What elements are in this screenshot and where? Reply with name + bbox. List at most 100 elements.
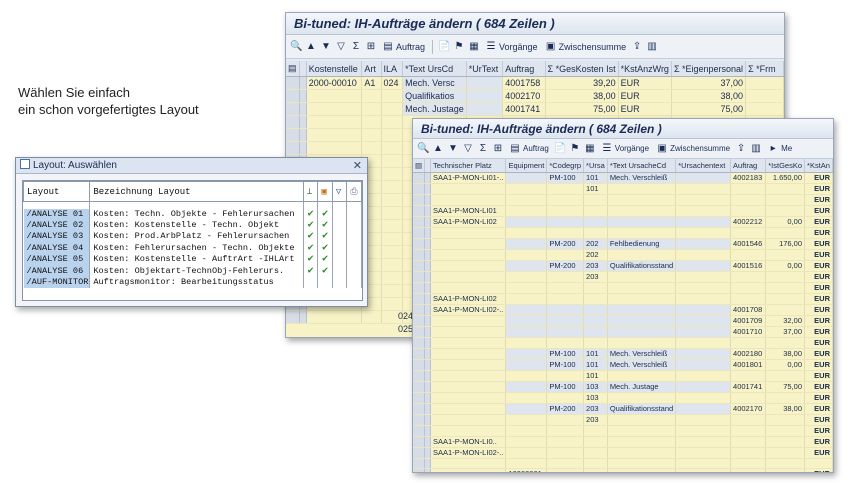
flag-icon[interactable]: ⚑ <box>453 41 465 53</box>
column-header[interactable]: ILA <box>381 61 404 77</box>
table-cell[interactable]: 37,00 <box>671 76 747 90</box>
filter-icon[interactable]: ▽ <box>462 143 474 155</box>
table-cell[interactable]: 202 <box>583 238 608 250</box>
zwischensumme-button[interactable]: ▣ Zwischensumme <box>543 41 629 53</box>
table-cell[interactable] <box>765 468 806 472</box>
subtotal-icon[interactable]: ⊞ <box>365 41 377 53</box>
table-cell[interactable] <box>675 282 732 294</box>
table-cell[interactable]: 1.650,00 <box>765 172 806 184</box>
table-row[interactable]: 10000001 EUR <box>413 468 833 472</box>
table-cell[interactable] <box>306 102 363 116</box>
column-header[interactable]: *KstAnzWrg <box>618 61 672 77</box>
table-cell[interactable] <box>765 205 806 217</box>
table-cell[interactable] <box>675 370 732 382</box>
table-cell[interactable] <box>675 315 732 327</box>
table-cell[interactable]: 4001710 <box>730 326 767 338</box>
table-cell[interactable] <box>765 304 806 316</box>
table-cell[interactable] <box>546 370 585 382</box>
table-cell[interactable] <box>730 337 767 349</box>
table-cell[interactable] <box>546 304 585 316</box>
table-cell[interactable] <box>505 381 548 393</box>
table-cell[interactable]: 38,00 <box>671 89 747 103</box>
row-selector[interactable] <box>413 238 426 250</box>
layout-description[interactable]: Kosten: Kostenstelle - AuftrArt -IHLArt <box>89 254 304 266</box>
layout-code[interactable]: /ANALYSE 02 <box>23 219 91 232</box>
table-row[interactable]: PM-100 101 Mech. Verschleiß 4001801 0,00 EUR <box>413 359 833 371</box>
table-cell[interactable]: PM-100 <box>546 348 585 360</box>
table-cell[interactable] <box>765 436 806 448</box>
table-row[interactable]: EUR <box>413 425 833 437</box>
table-cell[interactable] <box>381 206 404 220</box>
row-selector[interactable] <box>413 447 426 459</box>
table-row[interactable]: PM-200 203 Qualifikationsstand 4001516 0,00 E… <box>413 260 833 272</box>
table-cell[interactable] <box>675 468 732 472</box>
table-cell[interactable] <box>306 141 363 155</box>
table-cell[interactable]: 4001546 <box>730 238 767 250</box>
row-selector[interactable] <box>286 115 300 129</box>
table-cell[interactable] <box>505 205 548 217</box>
table-cell[interactable] <box>607 293 677 305</box>
table-cell[interactable] <box>505 172 548 184</box>
row-selector[interactable] <box>413 205 426 217</box>
table-cell[interactable]: EUR <box>804 425 833 437</box>
table-cell[interactable] <box>430 271 507 283</box>
table-cell[interactable] <box>381 154 404 168</box>
table-cell[interactable] <box>430 326 507 338</box>
column-header[interactable]: Σ *Eigenpersonal <box>671 61 747 77</box>
table-cell[interactable] <box>675 227 732 239</box>
table-cell[interactable] <box>546 249 585 261</box>
column-header[interactable]: Art <box>361 61 382 77</box>
table-cell[interactable] <box>381 167 404 181</box>
table-cell[interactable] <box>546 337 585 349</box>
table-row[interactable] <box>413 458 833 470</box>
table-cell[interactable]: 38,00 <box>765 348 806 360</box>
table-cell[interactable] <box>675 271 732 283</box>
table-cell[interactable]: EUR <box>804 436 833 448</box>
column-header[interactable]: *UrText <box>466 61 504 77</box>
table-cell[interactable] <box>430 282 507 294</box>
table-cell[interactable] <box>675 216 732 228</box>
table-cell[interactable] <box>361 310 382 324</box>
table-cell[interactable]: PM-200 <box>546 260 585 272</box>
table-cell[interactable] <box>430 359 507 371</box>
table-cell[interactable] <box>745 102 784 116</box>
table-cell[interactable]: A1 <box>361 76 382 90</box>
table-cell[interactable] <box>381 180 404 194</box>
table-cell[interactable]: 4001741 <box>730 381 767 393</box>
column-header[interactable]: *Ursachentext <box>675 159 732 173</box>
row-selector[interactable] <box>286 102 300 116</box>
table-cell[interactable] <box>505 337 548 349</box>
table-cell[interactable] <box>430 249 507 261</box>
table-cell[interactable] <box>546 458 585 470</box>
table-cell[interactable]: 4002170 <box>502 89 546 103</box>
table-cell[interactable] <box>730 458 767 470</box>
table-row[interactable]: EUR <box>413 227 833 239</box>
table-cell[interactable]: 4001709 <box>730 315 767 327</box>
table-cell[interactable]: PM-200 <box>546 238 585 250</box>
table-cell[interactable]: SAA1-P-MON-LI02-.. <box>430 447 507 459</box>
table-cell[interactable] <box>765 337 806 349</box>
column-header[interactable]: *KstAn <box>804 159 833 173</box>
table-cell[interactable]: 32,00 <box>765 315 806 327</box>
table-cell[interactable] <box>583 304 608 316</box>
table-cell[interactable]: SAA1-P-MON-LI01 <box>430 205 507 217</box>
table-cell[interactable] <box>306 115 363 129</box>
table-cell[interactable] <box>505 293 548 305</box>
table-cell[interactable] <box>466 76 504 90</box>
table-row[interactable]: PM-100 101 Mech. Verschleiß 4002180 38,00 EUR <box>413 348 833 360</box>
table-cell[interactable]: EUR <box>618 102 672 116</box>
table-cell[interactable]: SAA1-P-MON-LI0.. <box>430 436 507 448</box>
flag-icon[interactable]: ⚑ <box>569 143 581 155</box>
table-row[interactable]: 2000-00010 A1 024 Mech. Versc 4001758 39,20 EU… <box>286 76 784 90</box>
details-icon[interactable]: 🔍 <box>290 41 302 53</box>
table-cell[interactable]: EUR <box>804 326 833 338</box>
table-cell[interactable]: 38,00 <box>765 403 806 415</box>
sort-desc-icon[interactable]: ▼ <box>320 41 332 53</box>
table-cell[interactable] <box>745 89 784 103</box>
table-cell[interactable] <box>730 447 767 459</box>
table-cell[interactable]: 4002170 <box>730 403 767 415</box>
table-cell[interactable]: SAA1-P-MON-LI02 <box>430 216 507 228</box>
table-cell[interactable] <box>607 425 677 437</box>
table-cell[interactable] <box>381 232 404 246</box>
table-cell[interactable]: EUR <box>804 447 833 459</box>
